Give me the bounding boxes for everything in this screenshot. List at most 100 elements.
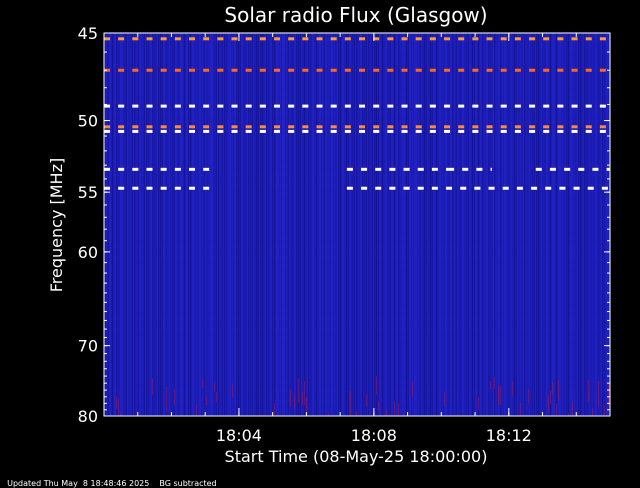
interference-dash bbox=[549, 167, 556, 171]
interference-dash bbox=[601, 186, 608, 190]
interference-dash bbox=[529, 104, 536, 108]
column-streak bbox=[448, 33, 449, 416]
column-streak bbox=[540, 33, 541, 416]
interference-dash bbox=[146, 104, 153, 108]
column-streak bbox=[174, 33, 175, 416]
interference-dash bbox=[274, 68, 281, 72]
interference-dash bbox=[585, 125, 592, 129]
interference-dash bbox=[373, 129, 380, 133]
interference-dash bbox=[245, 37, 252, 41]
interference-dash bbox=[302, 129, 309, 133]
column-streak bbox=[118, 33, 119, 416]
column-streak bbox=[306, 397, 307, 412]
column-streak bbox=[294, 395, 295, 409]
interference-dash bbox=[174, 104, 181, 108]
interference-dash bbox=[361, 186, 368, 190]
column-streak bbox=[364, 33, 365, 416]
column-streak bbox=[292, 33, 293, 416]
column-streak bbox=[294, 33, 295, 416]
column-streak bbox=[122, 33, 123, 416]
interference-dash bbox=[557, 37, 564, 41]
column-streak bbox=[506, 33, 507, 416]
interference-dash bbox=[431, 186, 438, 190]
interference-dash bbox=[472, 125, 479, 129]
column-streak bbox=[136, 33, 137, 416]
column-streak bbox=[182, 33, 183, 416]
column-streak bbox=[112, 33, 113, 416]
column-streak bbox=[372, 33, 373, 416]
interference-dash bbox=[146, 125, 153, 129]
column-streak bbox=[520, 403, 521, 416]
column-streak bbox=[536, 33, 537, 416]
column-streak bbox=[252, 33, 253, 416]
column-streak bbox=[296, 33, 297, 416]
column-streak bbox=[342, 33, 343, 416]
interference-dash bbox=[316, 68, 323, 72]
column-streak bbox=[496, 33, 497, 416]
interference-dash bbox=[259, 37, 266, 41]
interference-dash bbox=[174, 186, 181, 190]
column-streak bbox=[514, 33, 515, 416]
y-tick-label: 45 bbox=[78, 24, 98, 43]
column-streak bbox=[474, 33, 475, 416]
interference-dash bbox=[160, 125, 167, 129]
column-streak bbox=[462, 33, 463, 416]
interference-dash bbox=[557, 68, 564, 72]
column-streak bbox=[214, 33, 215, 416]
interference-dash bbox=[118, 129, 125, 133]
column-streak bbox=[194, 33, 195, 416]
column-streak bbox=[140, 33, 141, 416]
interference-dash bbox=[444, 129, 451, 133]
interference-dash bbox=[486, 129, 493, 133]
column-streak bbox=[356, 33, 357, 416]
interference-dash bbox=[458, 104, 465, 108]
interference-dash bbox=[330, 129, 337, 133]
interference-dash bbox=[346, 186, 353, 190]
interference-dash bbox=[429, 68, 436, 72]
column-streak bbox=[308, 33, 309, 416]
interference-dash bbox=[458, 129, 465, 133]
x-tick-label: 18:08 bbox=[351, 426, 397, 445]
interference-dash bbox=[359, 68, 366, 72]
interference-dash bbox=[599, 104, 606, 108]
column-streak bbox=[360, 33, 361, 416]
interference-dash bbox=[132, 37, 139, 41]
column-streak bbox=[326, 33, 327, 416]
interference-dash bbox=[431, 167, 438, 171]
column-streak bbox=[198, 33, 199, 416]
column-streak bbox=[216, 33, 217, 416]
interference-dash bbox=[189, 186, 196, 190]
column-streak bbox=[440, 33, 441, 416]
column-streak bbox=[476, 33, 477, 416]
column-streak bbox=[512, 381, 513, 397]
interference-dash bbox=[132, 68, 139, 72]
column-streak bbox=[158, 33, 159, 416]
interference-dash bbox=[288, 37, 295, 41]
column-streak bbox=[210, 33, 211, 416]
column-streak bbox=[302, 33, 303, 416]
column-streak bbox=[608, 33, 609, 416]
column-streak bbox=[202, 379, 203, 388]
column-streak bbox=[444, 33, 445, 416]
column-streak bbox=[188, 33, 189, 416]
column-streak bbox=[608, 384, 609, 406]
column-streak bbox=[278, 414, 279, 416]
column-streak bbox=[458, 33, 459, 416]
column-streak bbox=[524, 33, 525, 416]
column-streak bbox=[228, 33, 229, 416]
column-streak bbox=[606, 33, 607, 416]
interference-dash bbox=[274, 104, 281, 108]
interference-dash bbox=[578, 167, 585, 171]
updated-timestamp: Updated Thu May 8 18:48:46 2025 bbox=[7, 479, 150, 488]
column-streak bbox=[270, 33, 271, 416]
column-streak bbox=[226, 33, 227, 416]
interference-dash bbox=[514, 125, 521, 129]
interference-dash bbox=[557, 104, 564, 108]
column-streak bbox=[316, 33, 317, 416]
column-streak bbox=[442, 33, 443, 416]
column-streak bbox=[266, 33, 267, 416]
interference-dash bbox=[529, 129, 536, 133]
interference-dash bbox=[486, 104, 493, 108]
column-streak bbox=[576, 33, 577, 416]
column-streak bbox=[592, 33, 593, 416]
